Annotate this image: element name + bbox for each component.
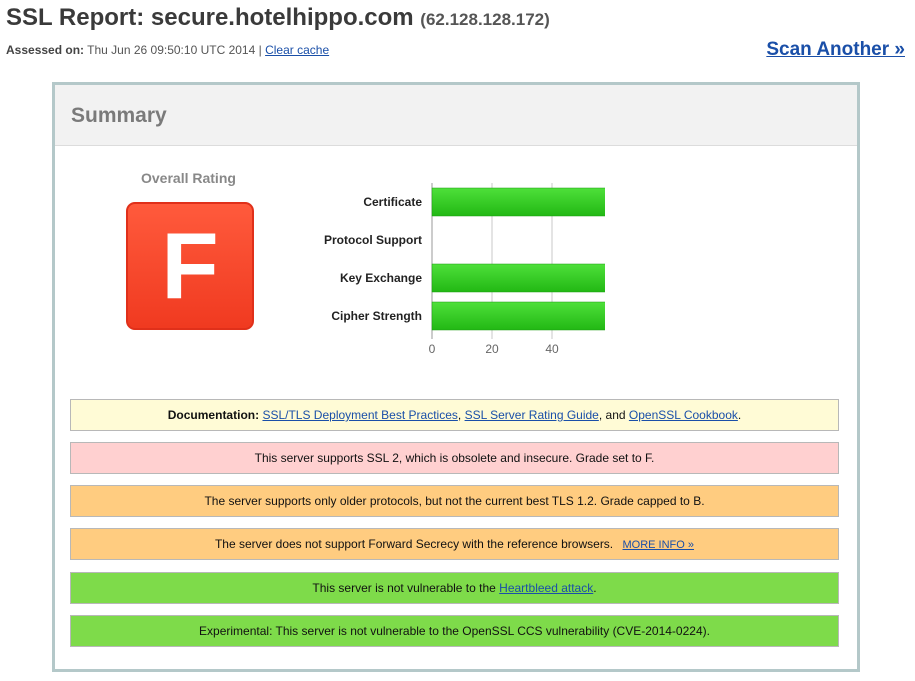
rating-chart: 020406080100Certificate100Protocol Suppo… <box>324 183 605 356</box>
forward-secrecy-text: The server does not support Forward Secr… <box>214 537 614 551</box>
tls12-warning-text: The server supports only older protocols… <box>204 494 705 508</box>
bar <box>431 263 605 293</box>
category-label: Cipher Strength <box>331 309 422 323</box>
clear-cache-link[interactable]: Clear cache <box>265 43 329 57</box>
x-tick-label: 0 <box>429 342 436 356</box>
forward-secrecy-warning: The server does not support Forward Secr… <box>70 528 839 560</box>
doc-suffix: . <box>737 408 742 422</box>
doc-sep-2: , and <box>598 408 626 422</box>
doc-sep-1: , <box>457 408 462 422</box>
ccs-notice: Experimental: This server is not vulnera… <box>70 615 839 647</box>
more-info-link[interactable]: MORE INFO » <box>623 539 695 551</box>
heartbleed-notice: This server is not vulnerable to the Hea… <box>70 572 839 604</box>
bar <box>431 301 605 331</box>
heartbleed-text: This server is not vulnerable to the <box>312 581 496 595</box>
tls12-warning: The server supports only older protocols… <box>70 485 839 517</box>
assessed-date: Thu Jun 26 09:50:10 UTC 2014 <box>87 43 256 57</box>
assessment-info: Assessed on: Thu Jun 26 09:50:10 UTC 201… <box>6 43 329 57</box>
ccs-text: Experimental: This server is not vulnera… <box>199 624 710 638</box>
rating-guide-link[interactable]: SSL Server Rating Guide <box>465 408 599 422</box>
doc-prefix: Documentation: <box>167 408 260 422</box>
separator: | <box>258 43 262 57</box>
page-title: SSL Report: secure.hotelhippo.com (62.12… <box>6 4 550 32</box>
overall-rating-label: Overall Rating <box>141 170 236 186</box>
summary-header: Summary <box>55 85 857 146</box>
grade-badge: F <box>126 202 254 330</box>
category-label: Protocol Support <box>324 233 422 247</box>
best-practices-link[interactable]: SSL/TLS Deployment Best Practices <box>262 408 457 422</box>
ip-address: (62.128.128.172) <box>420 10 550 29</box>
heartbleed-suffix: . <box>593 581 597 595</box>
category-label: Certificate <box>363 195 422 209</box>
x-tick-label: 40 <box>545 342 559 356</box>
assessed-label: Assessed on: <box>6 43 85 57</box>
x-tick-label: 20 <box>485 342 499 356</box>
openssl-cookbook-link[interactable]: OpenSSL Cookbook <box>629 408 738 422</box>
scan-another-link[interactable]: Scan Another » <box>766 39 905 61</box>
ssl2-warning-text: This server supports SSL 2, which is obs… <box>254 451 655 465</box>
ssl2-warning: This server supports SSL 2, which is obs… <box>70 442 839 474</box>
category-label: Key Exchange <box>340 271 422 285</box>
heartbleed-link[interactable]: Heartbleed attack <box>499 581 593 595</box>
bar <box>431 187 605 217</box>
documentation-notice: Documentation: SSL/TLS Deployment Best P… <box>70 399 839 431</box>
summary-title: Summary <box>71 104 167 127</box>
title-prefix: SSL Report: <box>6 4 145 31</box>
summary-panel: Summary Overall Rating F 020406080100Cer… <box>52 82 860 672</box>
host-name: secure.hotelhippo.com <box>150 4 414 31</box>
